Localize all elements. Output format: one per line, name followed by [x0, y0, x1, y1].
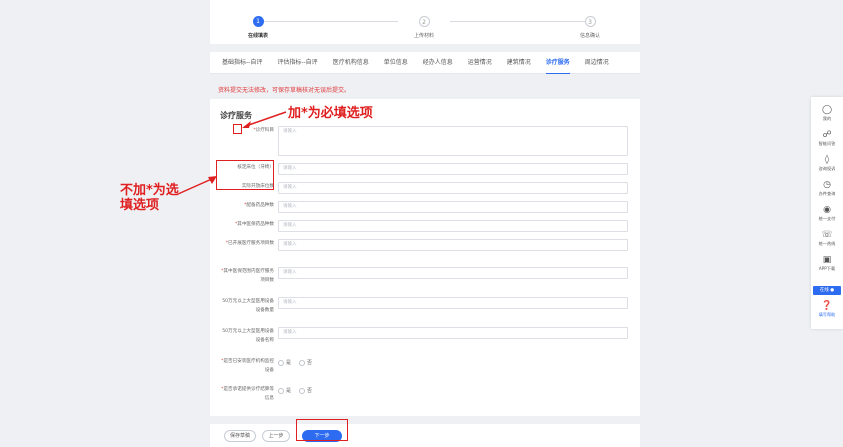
prev-step-button[interactable]: 上一步 [262, 430, 290, 442]
step-number: 2 [418, 16, 430, 27]
phone-icon: ☏ [821, 230, 833, 240]
sidebar-item-help[interactable]: ❓ 填写帮助 [811, 301, 843, 318]
approved-beds-input[interactable]: 请输入 [278, 163, 628, 175]
step-confirm: 3 信息确认 [560, 0, 620, 39]
form-tabs: 基础指标--自评 评估指标--自评 医疗机构信息 单位信息 经办人信息 运营情况… [210, 52, 640, 74]
step-label: 信息确认 [579, 33, 600, 39]
sidebar-item-hotline[interactable]: ☏ 统一热线 [811, 230, 843, 247]
help-icon: ❓ [821, 301, 833, 311]
toggle-icon: ● [830, 288, 835, 293]
radio-circle[interactable] [299, 359, 306, 366]
field-label: 50万元以上大型医用设备设备数量 [222, 299, 274, 313]
radio-yes[interactable]: 是 [278, 359, 291, 366]
field-label: *是否已安装医疗机构监控设备 [221, 359, 274, 373]
tab-medical-services[interactable]: 诊疗服务 [545, 52, 570, 74]
sidebar-item-smart-qa[interactable]: ☍ 智能问答 [811, 130, 843, 147]
sidebar-item-mine[interactable]: ◯ 我的 [811, 105, 843, 122]
app-icon: ▣ [822, 255, 832, 265]
step-label: 在线填表 [247, 33, 268, 39]
open-beds-input[interactable]: 请输入 [278, 182, 628, 194]
radio-no[interactable]: 否 [299, 359, 312, 366]
annotation-arrow-icon [177, 176, 217, 195]
tab-handler-info[interactable]: 经办人信息 [423, 52, 453, 74]
tab-basic-self-eval[interactable]: 基础指标--自评 [222, 52, 262, 74]
large-equipment-count-input[interactable]: 请输入 [278, 297, 628, 309]
user-icon: ◯ [821, 105, 833, 115]
step-upload: 2 上传材料 [394, 0, 454, 39]
field-label: *是否承诺提供诊疗结算等信息 [221, 387, 274, 401]
radio-circle[interactable] [299, 387, 306, 394]
tab-assessment-self-eval[interactable]: 评估指标--自评 [277, 52, 317, 74]
treatment-subjects-input[interactable]: 请输入 [278, 126, 628, 156]
tab-institution-info[interactable]: 医疗机构信息 [333, 52, 369, 74]
submit-notice: 资料提交无法修改，可保存草稿核对无误后提交。 [218, 87, 351, 94]
pay-icon: ◉ [823, 205, 831, 215]
field-label: *其中医保药品种数 [234, 222, 274, 227]
progress-steps: 1 在线填表 2 上传材料 3 信息确认 [210, 0, 640, 44]
radio-circle[interactable] [278, 387, 284, 394]
save-draft-button[interactable]: 保存草稿 [224, 430, 256, 442]
drug-count-input[interactable]: 请输入 [278, 201, 628, 213]
service-items-input[interactable]: 请输入 [278, 239, 628, 251]
right-sidebar: ◯ 我的 ☍ 智能问答 ◊ 咨询投诉 ◷ 办件查询 ◉ 统一支付 ☏ 统一热线 … [811, 97, 843, 329]
tab-operations[interactable]: 运营情况 [468, 52, 492, 74]
tab-buildings[interactable]: 建筑情况 [507, 52, 531, 74]
field-label: *其中医保范围内医疗服务项目数 [221, 269, 274, 283]
insured-drug-count-input[interactable]: 请输入 [278, 220, 628, 232]
step-number: 3 [584, 16, 596, 27]
insured-service-items-input[interactable]: 请输入 [278, 267, 628, 279]
annotation-required-text: 加*为必填选项 [288, 106, 373, 121]
tab-unit-info[interactable]: 单位信息 [384, 52, 408, 74]
annotation-optional-box [216, 160, 274, 190]
settlement-radio-group: 是 否 [278, 387, 320, 394]
monitoring-radio-group: 是 否 [278, 359, 320, 366]
step-fill-form: 1 在线填表 [228, 0, 288, 39]
sidebar-item-one-pay[interactable]: ◉ 统一支付 [811, 205, 843, 222]
online-status-badge[interactable]: 在线 ● [813, 286, 841, 295]
step-number: 1 [252, 16, 264, 27]
sidebar-item-progress[interactable]: ◷ 办件查询 [811, 180, 843, 197]
tab-surroundings[interactable]: 周边情况 [585, 52, 609, 74]
annotation-optional-text: 不加*为选 填选项 [120, 183, 179, 213]
sidebar-item-complaint[interactable]: ◊ 咨询投诉 [811, 155, 843, 172]
field-label: 50万元以上大型医用设备设备名称 [222, 329, 274, 343]
annotation-next-box [296, 419, 348, 441]
form-panel: 诊疗服务 *诊疗科目 请输入 核定床位（牙椅） 请输入 实际开放床位数 请输入 … [210, 98, 640, 416]
radio-no[interactable]: 否 [299, 387, 312, 394]
step-label: 上传材料 [413, 33, 434, 39]
headset-icon: ☍ [822, 130, 832, 140]
field-label: *配备药品种数 [244, 203, 274, 208]
shield-icon: ◊ [824, 155, 830, 165]
field-label: *已开展医疗服务项目数 [225, 241, 274, 246]
clock-icon: ◷ [823, 180, 831, 190]
large-equipment-name-input[interactable]: 请输入 [278, 327, 628, 339]
action-bar: 保存草稿 上一步 下一步 [210, 424, 640, 447]
annotation-required-box [233, 124, 242, 134]
radio-yes[interactable]: 是 [278, 387, 291, 394]
radio-circle[interactable] [278, 359, 284, 366]
annotation-arrow-icon [242, 111, 287, 128]
sidebar-item-app-download[interactable]: ▣ APP下载 [811, 255, 843, 272]
